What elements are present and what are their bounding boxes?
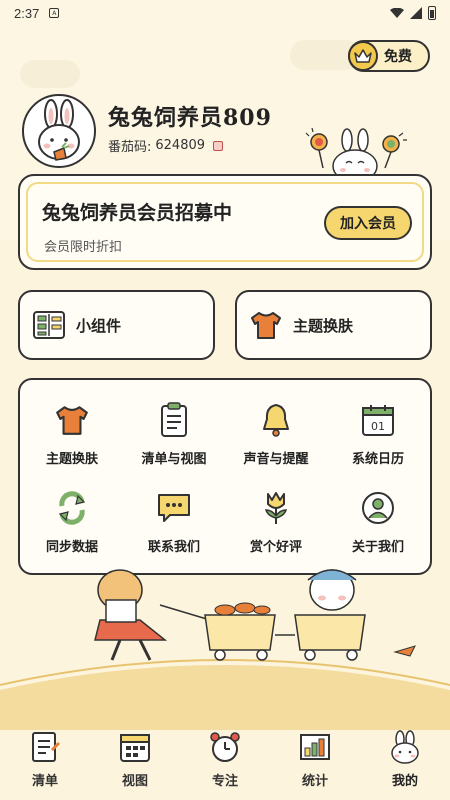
tomato-id: 番茄码: 624809	[108, 136, 224, 155]
grid-label: 主题换肤	[45, 452, 98, 467]
free-label: 免费	[384, 49, 412, 65]
grid-item-contact[interactable]: 联系我们	[124, 488, 224, 568]
join-member-button[interactable]: 加入会员	[324, 206, 412, 240]
sync-icon	[52, 488, 92, 528]
grid-label: 联系我们	[147, 540, 200, 555]
bottom-tab-bar: 清单 视图 专注 统计 我的	[0, 720, 450, 800]
status-bar: 2:37 A	[0, 0, 450, 26]
member-title: 兔兔饲养员会员招募中	[42, 202, 233, 224]
tab-list[interactable]: 清单	[10, 730, 80, 789]
tab-label: 我的	[391, 774, 418, 789]
illustration	[0, 569, 450, 730]
list-icon	[32, 732, 61, 762]
grid-item-list-view[interactable]: 清单与视图	[124, 400, 224, 480]
username: 兔兔饲养员809	[108, 105, 272, 131]
grid-label: 赏个好评	[249, 540, 302, 555]
tab-label: 统计	[301, 774, 328, 789]
tab-label: 视图	[121, 774, 148, 789]
sim-icon: A	[49, 8, 60, 18]
tab-label: 专注	[211, 774, 238, 789]
tab-view[interactable]: 视图	[100, 730, 170, 789]
settings-grid: 主题换肤 清单与视图 声音与提醒 01 系统日历 同步数据 联系我们 赏个好评	[18, 378, 432, 575]
grid-item-about[interactable]: 关于我们	[328, 488, 428, 568]
tulip-icon	[256, 488, 296, 528]
theme-label: 主题换肤	[293, 316, 354, 335]
alarm-clock-icon	[210, 732, 240, 762]
tomato-id-label: 番茄码:	[108, 140, 152, 155]
member-subtitle: 会员限时折扣	[44, 240, 123, 255]
grid-item-theme[interactable]: 主题换肤	[22, 400, 122, 480]
crown-icon	[348, 41, 378, 71]
calendar-icon	[120, 734, 150, 762]
bunny-icon	[391, 730, 419, 764]
grid-item-rate[interactable]: 赏个好评	[226, 488, 326, 568]
theme-card[interactable]: 主题换肤	[235, 290, 432, 360]
grid-item-calendar[interactable]: 01 系统日历	[328, 400, 428, 480]
bell-icon	[256, 400, 296, 440]
clipboard-icon	[154, 400, 194, 440]
grid-label: 系统日历	[351, 452, 404, 467]
member-card[interactable]: 兔兔饲养员会员招募中 会员限时折扣 加入会员	[18, 174, 432, 270]
tab-focus[interactable]: 专注	[190, 730, 260, 789]
battery-icon	[428, 6, 436, 20]
grid-label: 清单与视图	[141, 452, 207, 467]
tshirt-icon	[52, 400, 92, 440]
calendar-icon: 01	[358, 400, 398, 440]
signal-icon	[410, 7, 422, 19]
calendar-day: 01	[371, 420, 385, 433]
grid-label: 关于我们	[351, 540, 404, 555]
tshirt-icon	[251, 312, 281, 339]
tab-stats[interactable]: 统计	[280, 730, 350, 789]
tab-mine[interactable]: 我的	[370, 730, 440, 789]
tomato-id-value: 624809	[155, 138, 206, 153]
grid-label: 声音与提醒	[243, 452, 309, 467]
grid-label: 同步数据	[45, 540, 98, 555]
chart-icon	[300, 734, 330, 760]
wifi-icon	[390, 8, 404, 18]
chat-icon	[154, 488, 194, 528]
grid-item-sound[interactable]: 声音与提醒	[226, 400, 326, 480]
status-time: 2:37	[14, 5, 40, 21]
bunny-decoration	[305, 128, 407, 180]
copy-icon[interactable]	[213, 140, 224, 151]
avatar[interactable]	[22, 94, 96, 168]
grid-item-sync[interactable]: 同步数据	[22, 488, 122, 568]
tab-label: 清单	[31, 774, 58, 789]
widget-card[interactable]: 小组件	[18, 290, 215, 360]
widget-icon	[33, 311, 65, 339]
widget-label: 小组件	[76, 316, 122, 335]
free-button[interactable]: 免费	[348, 40, 430, 72]
user-icon	[358, 488, 398, 528]
